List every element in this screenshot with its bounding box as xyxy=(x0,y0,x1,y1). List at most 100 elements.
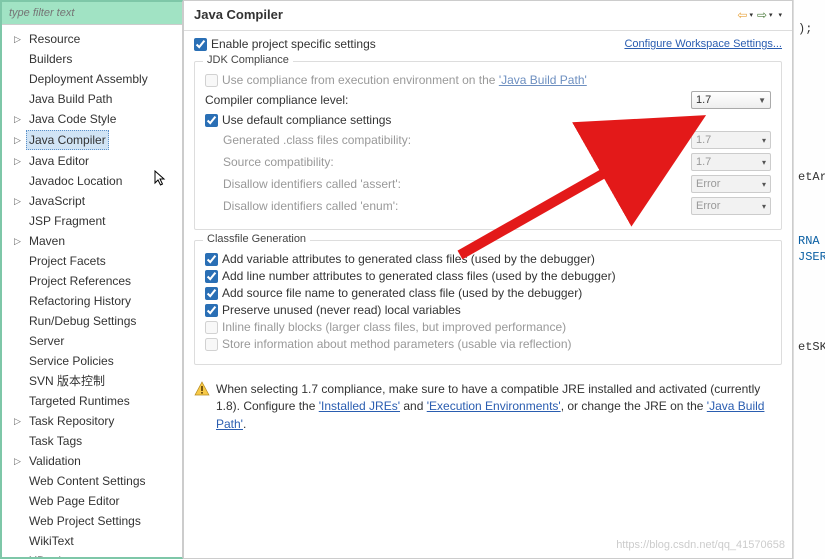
tree-item-service-policies[interactable]: ▷Service Policies xyxy=(2,351,182,371)
tree-item-label: Builders xyxy=(26,50,75,68)
add-line-checkbox[interactable]: Add line number attributes to generated … xyxy=(205,269,771,283)
tree-item-xdoclet[interactable]: ▷XDoclet xyxy=(2,551,182,557)
compliance-level-row: Compiler compliance level: 1.7▼ xyxy=(205,91,771,109)
add-var-checkbox[interactable]: Add variable attributes to generated cla… xyxy=(205,252,771,266)
tree-item-server[interactable]: ▷Server xyxy=(2,331,182,351)
enum-label: Disallow identifiers called 'enum': xyxy=(223,199,691,213)
gen-class-label: Generated .class files compatibility: xyxy=(223,133,691,147)
gen-class-row: Generated .class files compatibility: 1.… xyxy=(205,131,771,149)
forward-menu-icon[interactable]: ▾ xyxy=(769,11,773,19)
tree-item-refactoring-history[interactable]: ▷Refactoring History xyxy=(2,291,182,311)
tree-item-label: Run/Debug Settings xyxy=(26,312,139,330)
source-compat-label: Source compatibility: xyxy=(223,155,691,169)
back-icon[interactable]: ⇦ xyxy=(735,8,749,22)
tree-item-label: Project References xyxy=(26,272,134,290)
assert-row: Disallow identifiers called 'assert': Er… xyxy=(205,175,771,193)
tree-item-builders[interactable]: ▷Builders xyxy=(2,49,182,69)
expand-arrow-icon[interactable]: ▷ xyxy=(14,30,24,48)
forward-icon[interactable]: ⇨ xyxy=(755,8,769,22)
chevron-down-icon: ▼ xyxy=(758,96,766,105)
use-default-label: Use default compliance settings xyxy=(222,113,391,127)
expand-arrow-icon[interactable]: ▷ xyxy=(14,131,24,149)
tree-item-task-tags[interactable]: ▷Task Tags xyxy=(2,431,182,451)
tree-item-java-code-style[interactable]: ▷Java Code Style xyxy=(2,109,182,129)
tree-item-resource[interactable]: ▷Resource xyxy=(2,29,182,49)
tree-item-run-debug-settings[interactable]: ▷Run/Debug Settings xyxy=(2,311,182,331)
nav-arrows: ⇦▾ ⇨▾ ▾ xyxy=(735,8,782,22)
filter-box xyxy=(2,2,182,25)
tree-item-deployment-assembly[interactable]: ▷Deployment Assembly xyxy=(2,69,182,89)
tree-item-label: Task Tags xyxy=(26,432,85,450)
add-source-checkbox[interactable]: Add source file name to generated class … xyxy=(205,286,771,300)
tree-item-label: Resource xyxy=(26,30,83,48)
assert-select: Error▾ xyxy=(691,175,771,193)
classfile-group: Classfile Generation Add variable attrib… xyxy=(194,240,782,365)
tree-item-label: JSP Fragment xyxy=(26,212,108,230)
assert-label: Disallow identifiers called 'assert': xyxy=(223,177,691,191)
classfile-group-title: Classfile Generation xyxy=(203,233,310,245)
warning-icon xyxy=(194,381,210,397)
use-default-checkbox[interactable]: Use default compliance settings xyxy=(205,113,771,127)
enable-project-settings-label: Enable project specific settings xyxy=(211,37,376,51)
tree-item-label: Java Editor xyxy=(26,152,92,170)
tree-item-project-references[interactable]: ▷Project References xyxy=(2,271,182,291)
execution-env-link[interactable]: 'Execution Environments' xyxy=(427,399,561,413)
compliance-level-select[interactable]: 1.7▼ xyxy=(691,91,771,109)
tree-item-web-project-settings[interactable]: ▷Web Project Settings xyxy=(2,511,182,531)
editor-background: ); etAr RNA JSER etSK xyxy=(793,0,825,559)
chevron-down-icon: ▾ xyxy=(762,136,766,145)
enum-row: Disallow identifiers called 'enum': Erro… xyxy=(205,197,771,215)
enable-project-settings-input[interactable] xyxy=(194,38,207,51)
preserve-checkbox[interactable]: Preserve unused (never read) local varia… xyxy=(205,303,771,317)
tree-item-wikitext[interactable]: ▷WikiText xyxy=(2,531,182,551)
use-default-input[interactable] xyxy=(205,114,218,127)
tree-item-project-facets[interactable]: ▷Project Facets xyxy=(2,251,182,271)
gen-class-select: 1.7▾ xyxy=(691,131,771,149)
use-env-checkbox: Use compliance from execution environmen… xyxy=(205,73,771,87)
tree-item-label: Java Compiler xyxy=(26,130,109,150)
enable-project-settings-checkbox[interactable]: Enable project specific settings xyxy=(194,37,376,51)
expand-arrow-icon[interactable]: ▷ xyxy=(14,452,24,470)
tree-item-java-editor[interactable]: ▷Java Editor xyxy=(2,151,182,171)
preferences-tree[interactable]: ▷Resource▷Builders▷Deployment Assembly▷J… xyxy=(2,25,182,557)
tree-item-label: Server xyxy=(26,332,67,350)
expand-arrow-icon[interactable]: ▷ xyxy=(14,192,24,210)
expand-arrow-icon[interactable]: ▷ xyxy=(14,152,24,170)
installed-jres-link[interactable]: 'Installed JREs' xyxy=(319,399,400,413)
compliance-level-label: Compiler compliance level: xyxy=(205,93,691,107)
warning-box: When selecting 1.7 compliance, make sure… xyxy=(194,377,782,437)
page-title: Java Compiler xyxy=(194,7,735,22)
tree-item-label: Deployment Assembly xyxy=(26,70,151,88)
source-compat-row: Source compatibility: 1.7▾ xyxy=(205,153,771,171)
source-compat-select: 1.7▾ xyxy=(691,153,771,171)
tree-item-web-content-settings[interactable]: ▷Web Content Settings xyxy=(2,471,182,491)
tree-item-label: Targeted Runtimes xyxy=(26,392,133,410)
tree-item-svn-[interactable]: ▷SVN 版本控制 xyxy=(2,371,182,391)
tree-item-targeted-runtimes[interactable]: ▷Targeted Runtimes xyxy=(2,391,182,411)
configure-workspace-link[interactable]: Configure Workspace Settings... xyxy=(624,38,782,50)
tree-item-jsp-fragment[interactable]: ▷JSP Fragment xyxy=(2,211,182,231)
tree-item-task-repository[interactable]: ▷Task Repository xyxy=(2,411,182,431)
main-panel: Java Compiler ⇦▾ ⇨▾ ▾ Enable project spe… xyxy=(183,0,793,559)
expand-arrow-icon[interactable]: ▷ xyxy=(14,232,24,250)
tree-item-java-compiler[interactable]: ▷Java Compiler xyxy=(2,129,182,151)
expand-arrow-icon[interactable]: ▷ xyxy=(14,552,24,557)
store-meta-checkbox: Store information about method parameter… xyxy=(205,337,771,351)
back-menu-icon[interactable]: ▾ xyxy=(749,11,753,19)
tree-item-validation[interactable]: ▷Validation xyxy=(2,451,182,471)
expand-arrow-icon[interactable]: ▷ xyxy=(14,412,24,430)
tree-item-label: Service Policies xyxy=(26,352,117,370)
filter-input[interactable] xyxy=(5,5,179,21)
view-menu-icon[interactable]: ▾ xyxy=(778,11,782,19)
preferences-tree-panel: ▷Resource▷Builders▷Deployment Assembly▷J… xyxy=(0,0,183,559)
tree-item-maven[interactable]: ▷Maven xyxy=(2,231,182,251)
watermark: https://blog.csdn.net/qq_41570658 xyxy=(616,539,785,551)
expand-arrow-icon[interactable]: ▷ xyxy=(14,110,24,128)
tree-item-web-page-editor[interactable]: ▷Web Page Editor xyxy=(2,491,182,511)
tree-item-javascript[interactable]: ▷JavaScript xyxy=(2,191,182,211)
tree-item-javadoc-location[interactable]: ▷Javadoc Location xyxy=(2,171,182,191)
tree-item-java-build-path[interactable]: ▷Java Build Path xyxy=(2,89,182,109)
chevron-down-icon: ▾ xyxy=(762,202,766,211)
chevron-down-icon: ▾ xyxy=(762,158,766,167)
tree-item-label: Validation xyxy=(26,452,84,470)
